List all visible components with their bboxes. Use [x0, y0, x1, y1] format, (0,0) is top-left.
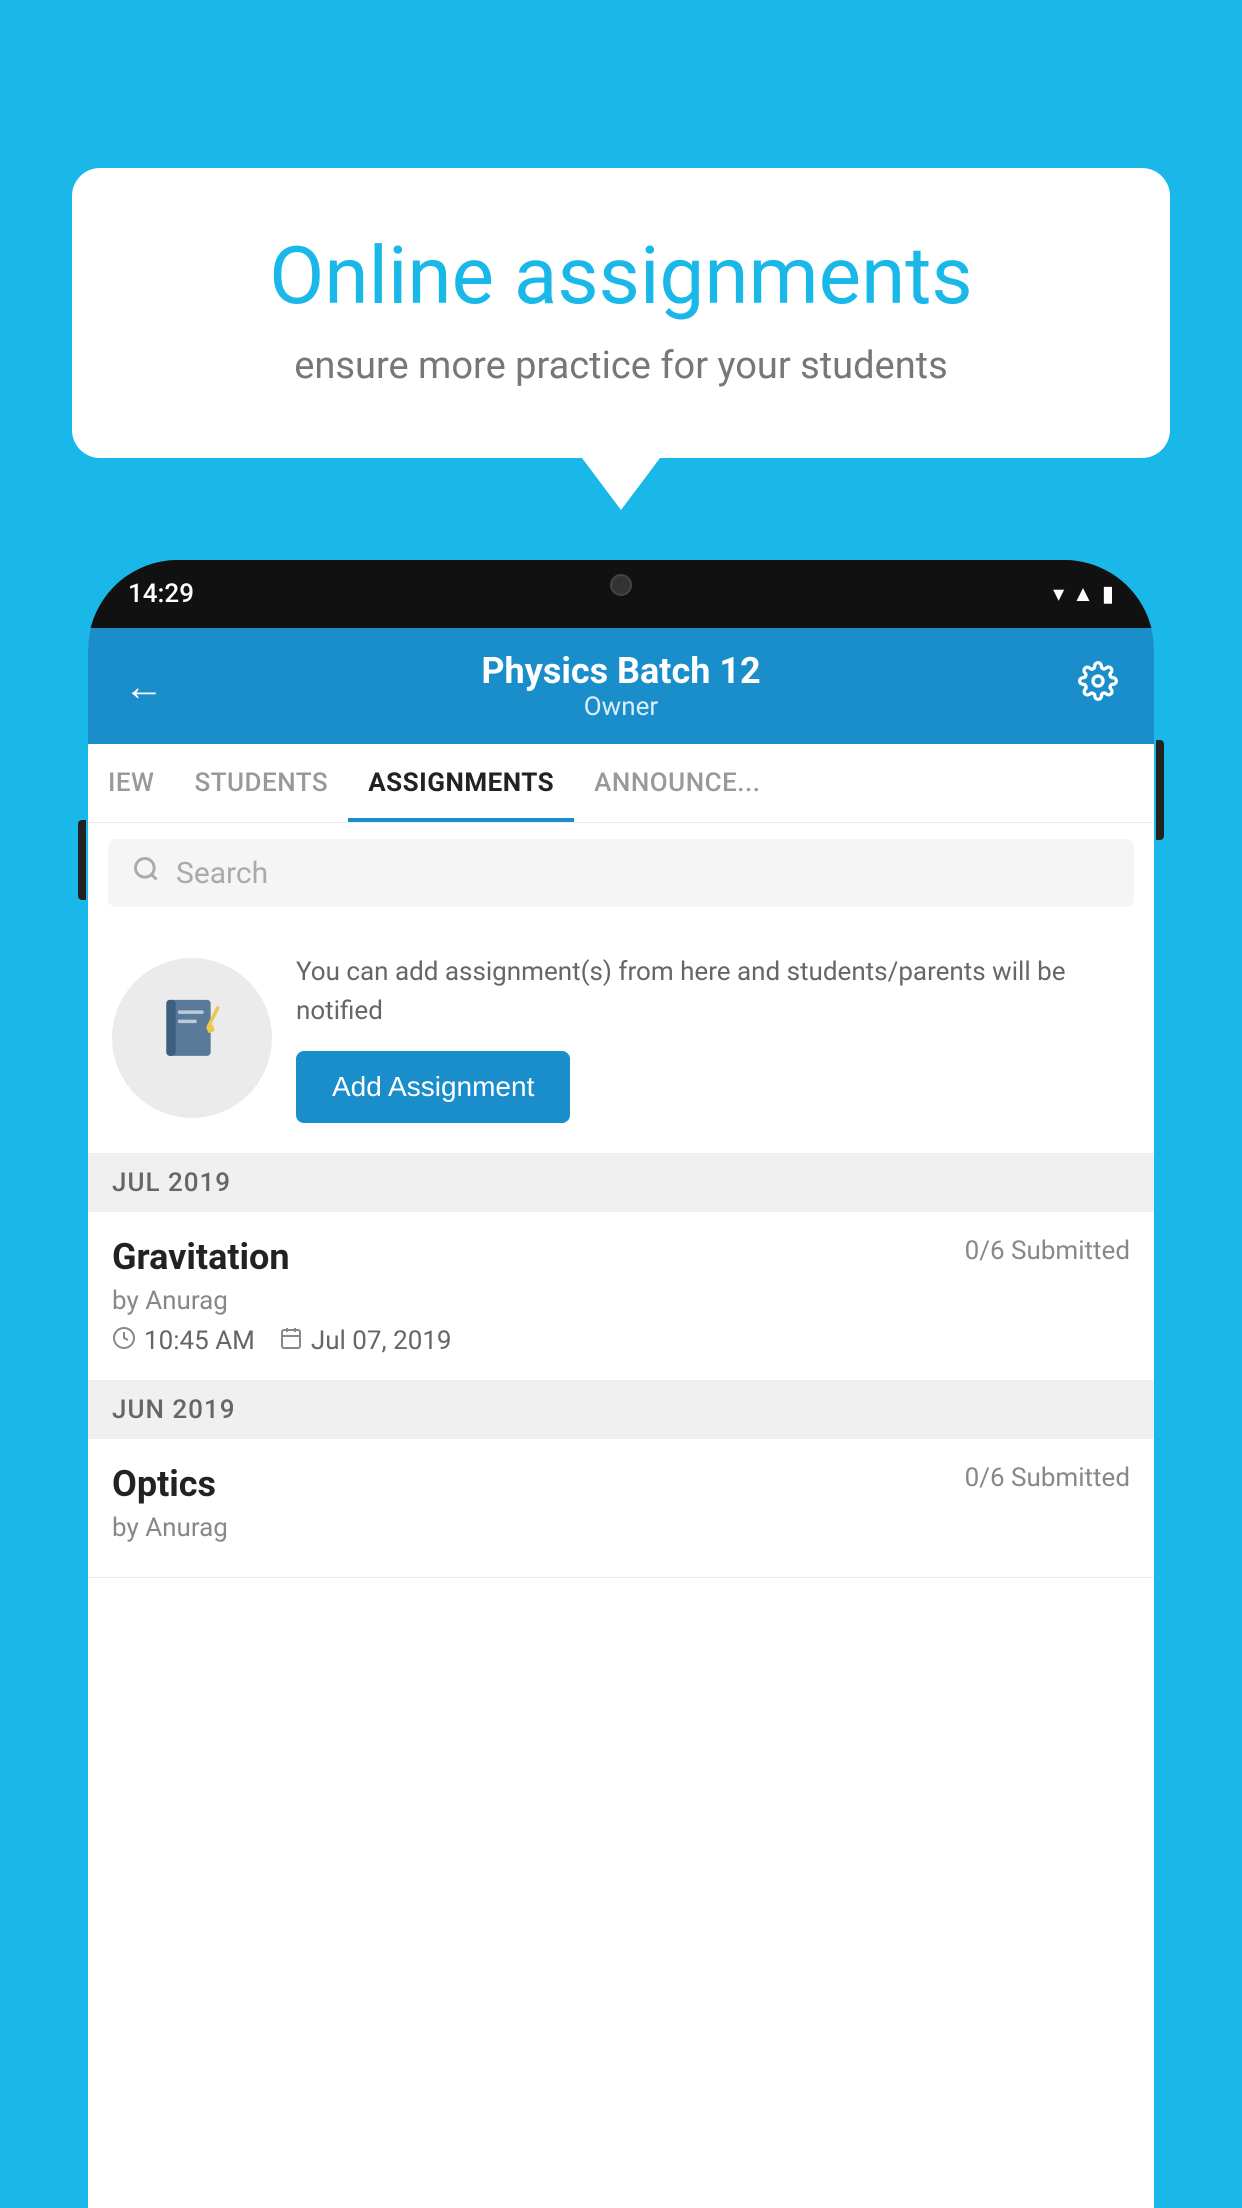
- tab-announcements[interactable]: ANNOUNCE...: [574, 744, 780, 822]
- assignment-date-gravitation: Jul 07, 2019: [279, 1326, 452, 1356]
- promo-icon-circle: [112, 958, 272, 1118]
- assignment-by-gravitation: by Anurag: [112, 1286, 1130, 1316]
- assignment-by-optics: by Anurag: [112, 1513, 1130, 1543]
- assignment-row-optics: Optics 0/6 Submitted: [112, 1463, 1130, 1505]
- assignment-time-gravitation: 10:45 AM: [112, 1326, 255, 1356]
- bubble-title: Online assignments: [152, 228, 1090, 324]
- wifi-icon: ▾: [1053, 582, 1064, 607]
- promo-text: You can add assignment(s) from here and …: [296, 953, 1130, 1031]
- notebook-icon: [157, 994, 227, 1082]
- phone-notch: [541, 560, 701, 612]
- phone-power-button: [1156, 740, 1164, 840]
- search-input-wrap[interactable]: Search: [108, 839, 1134, 907]
- speech-bubble-container: Online assignments ensure more practice …: [72, 168, 1170, 458]
- top-bar: ← Physics Batch 12 Owner: [88, 628, 1154, 744]
- status-time: 14:29: [128, 579, 194, 609]
- assignment-title-gravitation: Gravitation: [112, 1236, 290, 1278]
- back-button[interactable]: ←: [124, 663, 164, 710]
- month-header-jun: JUN 2019: [88, 1381, 1154, 1439]
- bubble-subtitle: ensure more practice for your students: [152, 344, 1090, 388]
- search-placeholder: Search: [176, 856, 268, 891]
- phone-camera: [610, 574, 632, 596]
- assignment-item-optics[interactable]: Optics 0/6 Submitted by Anurag: [88, 1439, 1154, 1578]
- phone-volume-button: [78, 820, 86, 900]
- assignment-promo: You can add assignment(s) from here and …: [88, 923, 1154, 1154]
- assignment-list: JUL 2019 Gravitation 0/6 Submitted by An…: [88, 1154, 1154, 2208]
- search-bar-container: Search: [88, 823, 1154, 923]
- top-bar-title: Physics Batch 12 Owner: [164, 650, 1078, 722]
- batch-name: Physics Batch 12: [164, 650, 1078, 692]
- tabs-bar: IEW STUDENTS ASSIGNMENTS ANNOUNCE...: [88, 744, 1154, 823]
- assignment-meta-gravitation: 10:45 AM Jul 07, 2019: [112, 1326, 1130, 1356]
- assignment-time-text-gravitation: 10:45 AM: [144, 1326, 255, 1356]
- status-bar: 14:29 ▾ ▲ ▮: [88, 560, 1154, 628]
- calendar-icon: [279, 1326, 303, 1356]
- signal-icon: ▲: [1072, 581, 1094, 607]
- tab-students[interactable]: STUDENTS: [174, 744, 348, 822]
- assignment-date-text-gravitation: Jul 07, 2019: [311, 1326, 452, 1356]
- assignment-item-gravitation[interactable]: Gravitation 0/6 Submitted by Anurag 10:4…: [88, 1212, 1154, 1381]
- settings-button[interactable]: [1078, 661, 1118, 711]
- add-assignment-button[interactable]: Add Assignment: [296, 1051, 570, 1123]
- search-icon: [132, 855, 160, 891]
- tab-assignments[interactable]: ASSIGNMENTS: [348, 744, 574, 822]
- tab-overview[interactable]: IEW: [88, 744, 174, 822]
- clock-icon: [112, 1326, 136, 1356]
- app-screen: ← Physics Batch 12 Owner IEW STUDENTS AS…: [88, 628, 1154, 2208]
- battery-icon: ▮: [1102, 582, 1114, 607]
- status-icons: ▾ ▲ ▮: [1053, 581, 1114, 607]
- assignment-title-optics: Optics: [112, 1463, 216, 1505]
- promo-content: You can add assignment(s) from here and …: [296, 953, 1130, 1123]
- month-header-jul: JUL 2019: [88, 1154, 1154, 1212]
- phone-frame: 14:29 ▾ ▲ ▮ ← Physics Batch 12 Owner: [88, 560, 1154, 2208]
- speech-bubble: Online assignments ensure more practice …: [72, 168, 1170, 458]
- assignment-submitted-gravitation: 0/6 Submitted: [965, 1236, 1130, 1266]
- assignment-row-gravitation: Gravitation 0/6 Submitted: [112, 1236, 1130, 1278]
- batch-role: Owner: [164, 692, 1078, 722]
- assignment-submitted-optics: 0/6 Submitted: [965, 1463, 1130, 1493]
